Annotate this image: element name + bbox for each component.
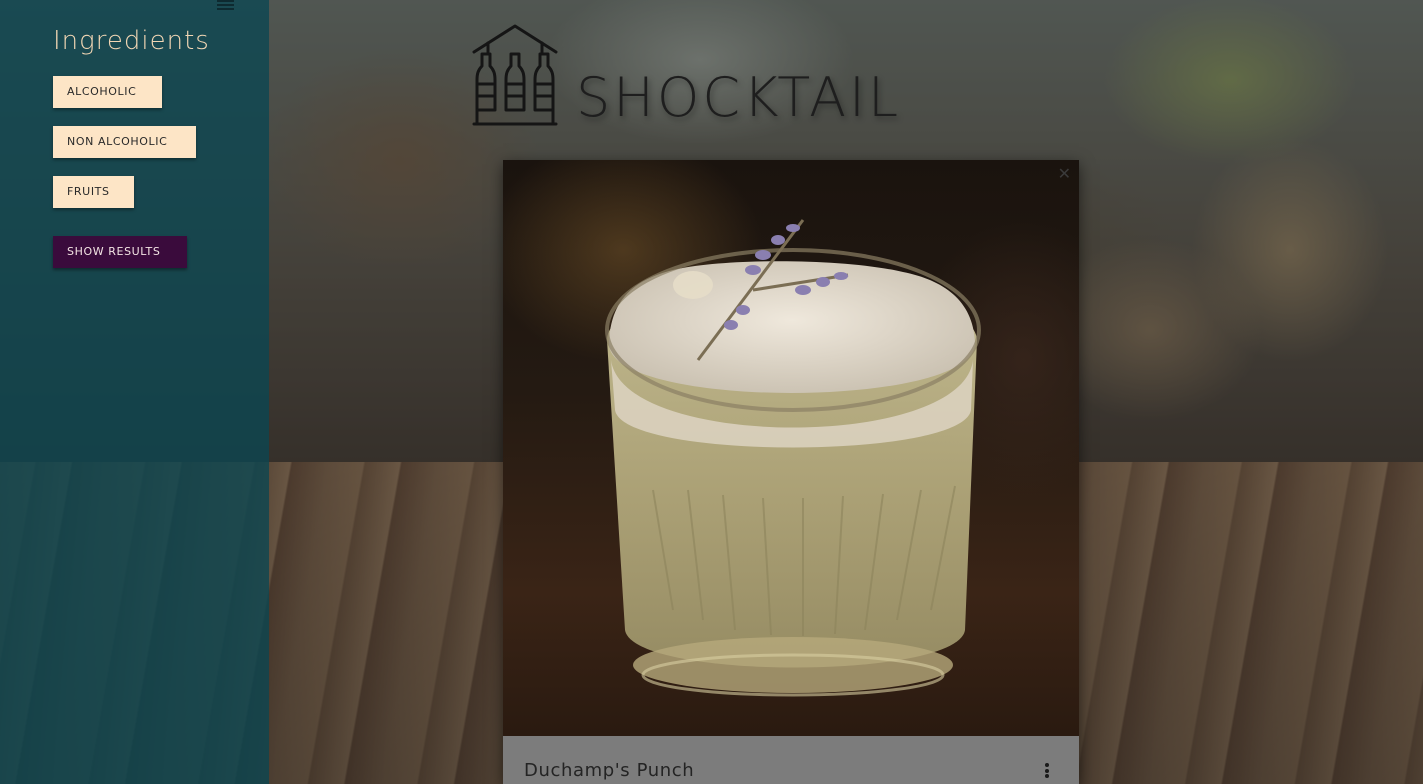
filter-alcoholic-button[interactable]: ALCOHOLIC	[53, 76, 162, 108]
more-vert-icon[interactable]	[1043, 763, 1051, 781]
card-title: Duchamp's Punch	[524, 760, 695, 781]
hamburger-menu-icon[interactable]	[217, 0, 234, 10]
filter-non-alcoholic-button[interactable]: NON ALCOHOLIC	[53, 126, 196, 158]
house-bottles-icon	[472, 24, 558, 128]
ingredients-sidebar: Ingredients ALCOHOLIC NON ALCOHOLIC FRUI…	[0, 0, 269, 784]
show-results-button[interactable]: SHOW RESULTS	[53, 236, 187, 268]
brand-name: SHOCKTAIL	[576, 66, 902, 129]
cocktail-card[interactable]: ✕ Duchamp's Punch	[503, 160, 1079, 784]
filter-fruits-button[interactable]: FRUITS	[53, 176, 134, 208]
page: Ingredients ALCOHOLIC NON ALCOHOLIC FRUI…	[0, 0, 1423, 784]
sidebar-title: Ingredients	[53, 26, 210, 56]
cocktail-photo[interactable]: ✕	[503, 160, 1079, 736]
close-icon[interactable]: ✕	[1058, 164, 1071, 183]
